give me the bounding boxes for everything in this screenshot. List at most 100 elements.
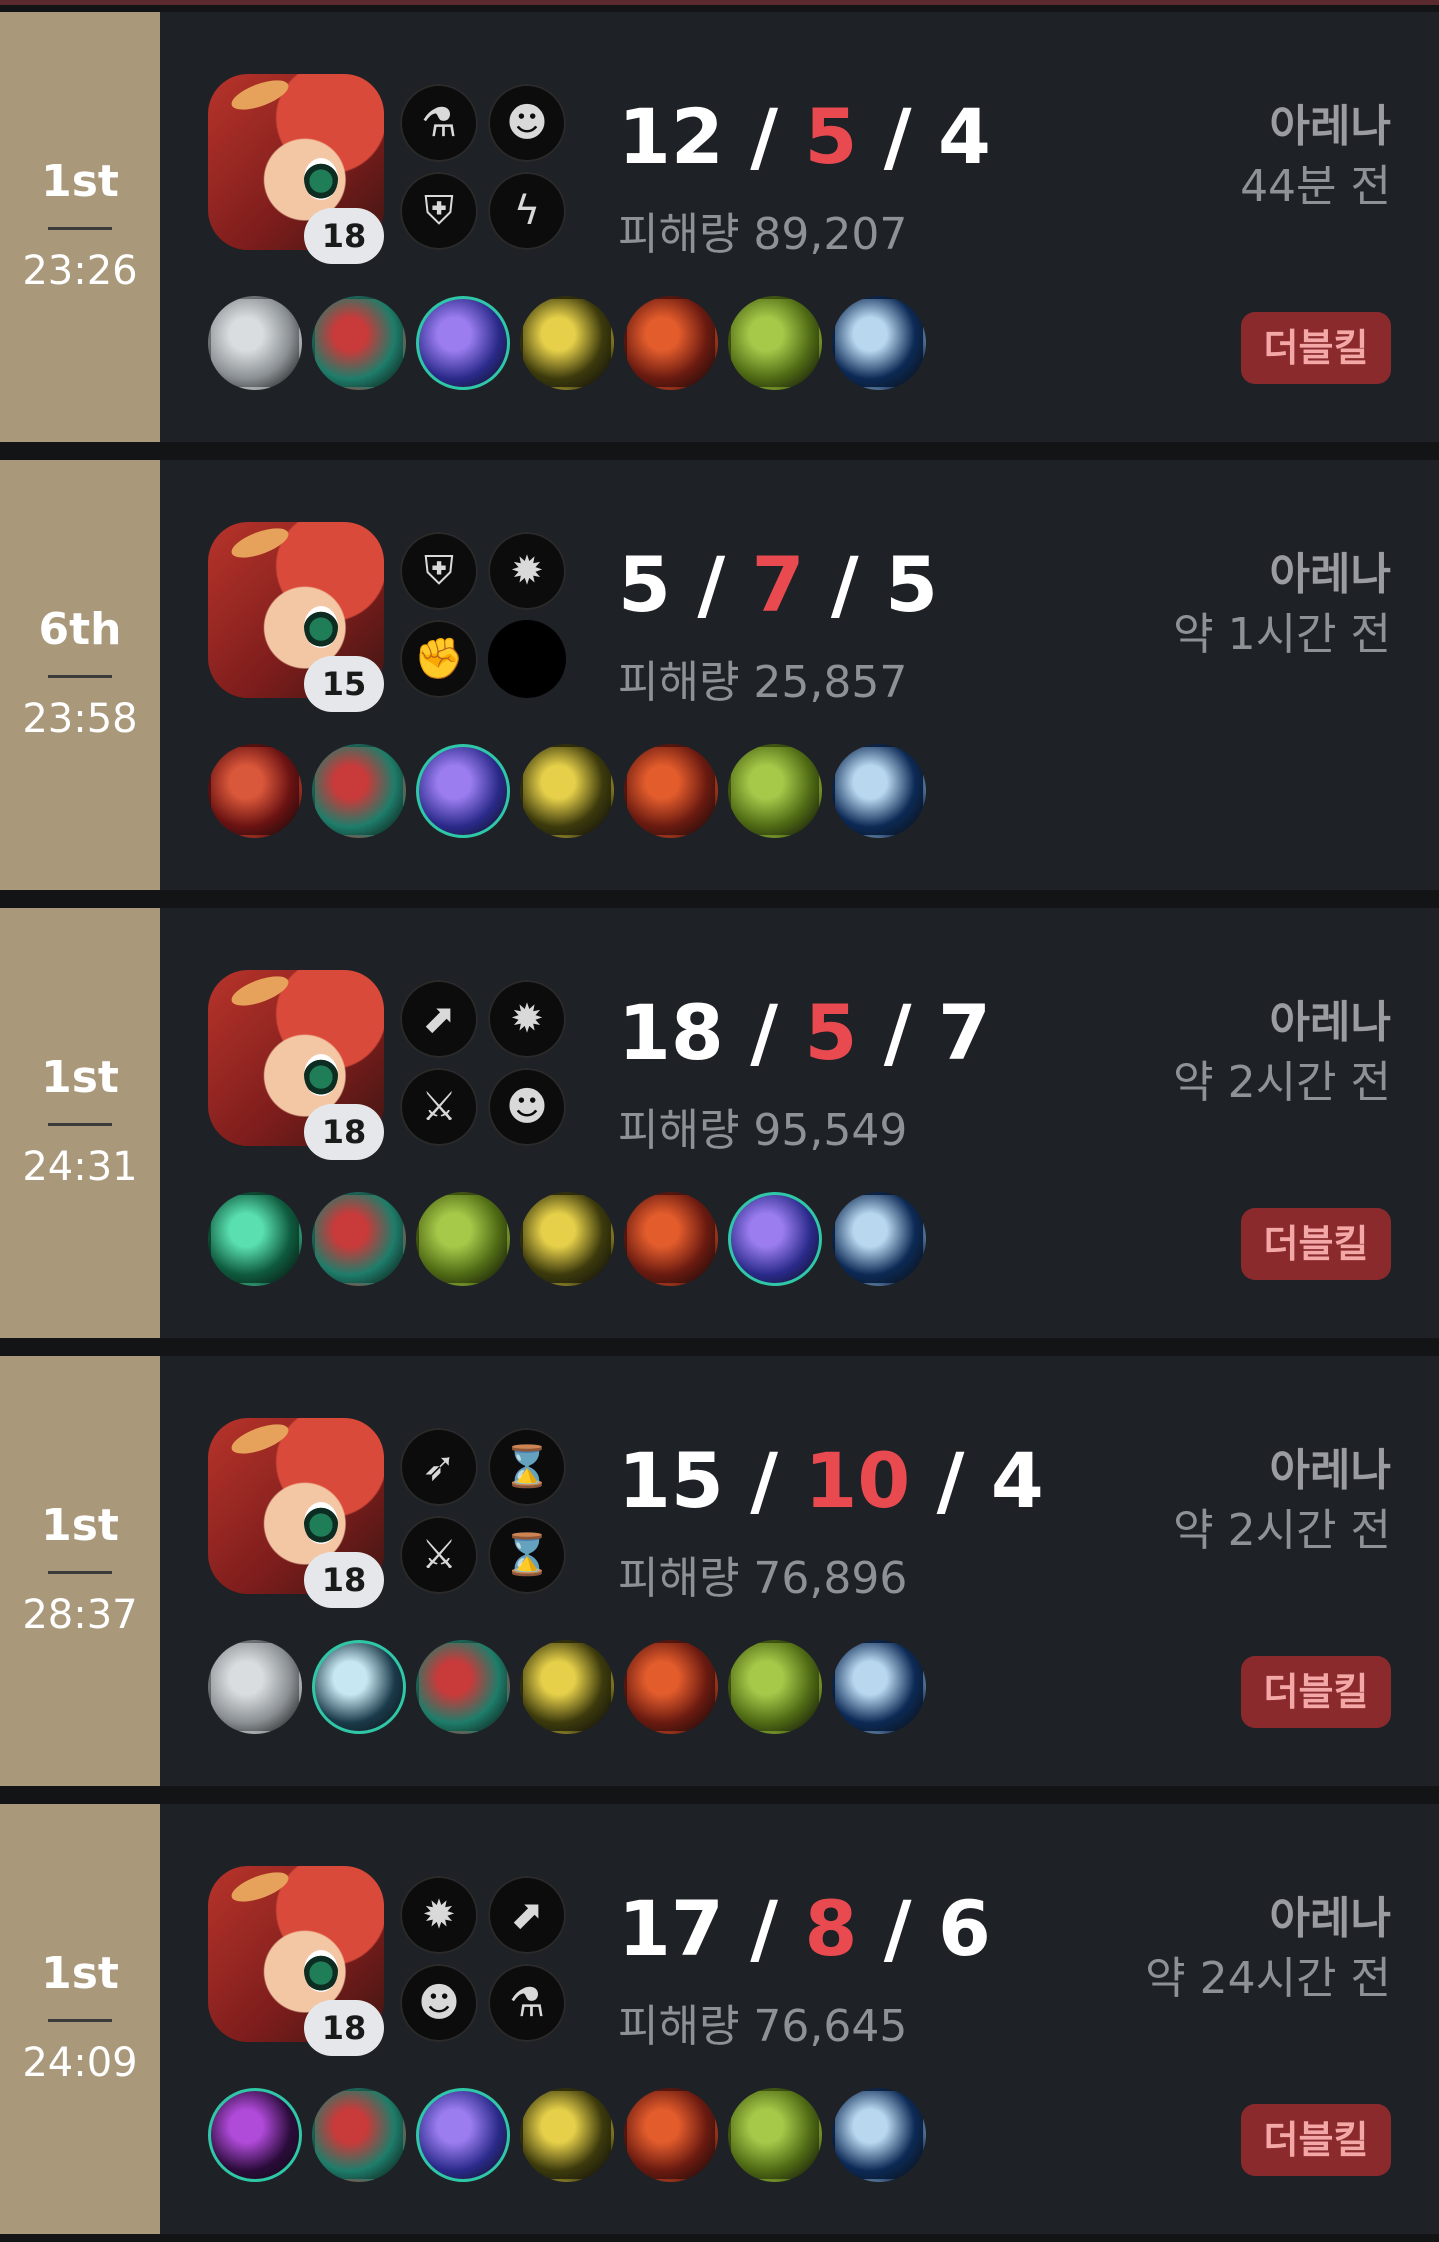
sword-item-icon[interactable] <box>520 744 614 838</box>
bow-item-icon[interactable] <box>416 1192 510 1286</box>
shield-rune-icon[interactable]: ⛨ <box>400 532 478 610</box>
crossed-swords-icon[interactable]: ⚔ <box>400 1516 478 1594</box>
eye-item-icon[interactable] <box>832 744 926 838</box>
pet-icon[interactable]: ☻ <box>400 1964 478 2042</box>
magic-potion-icon-glyph: ⚗ <box>421 100 457 146</box>
empty-rune-slot[interactable] <box>488 620 566 698</box>
game-mode-label: 아레나 <box>1269 101 1391 152</box>
match-card[interactable]: 1st 23:26 18 12 / 5 / 4 피해량 89,207 아레나 4… <box>0 12 1439 442</box>
time-ago-label: 44분 전 <box>1240 161 1391 212</box>
hourglass-icon[interactable]: ⌛ <box>488 1428 566 1506</box>
assists-count: 4 <box>990 1436 1044 1525</box>
blade-item-icon[interactable] <box>208 296 302 390</box>
game-mode-label: 아레나 <box>1269 1893 1391 1944</box>
sword-item-icon[interactable] <box>520 2088 614 2182</box>
champion-eye-art <box>304 1502 338 1544</box>
match-card[interactable]: 1st 24:31 18 18 / 5 / 7 피해량 95,549 아레나 약… <box>0 908 1439 1338</box>
kda-score: 5 / 7 / 5 <box>618 540 939 629</box>
boots-item-icon[interactable] <box>312 1192 406 1286</box>
kda-score: 15 / 10 / 4 <box>618 1436 1044 1525</box>
shadow-item-icon[interactable] <box>208 2088 302 2182</box>
eye-item-icon[interactable] <box>832 296 926 390</box>
arrow-up-icon[interactable]: ➶ <box>400 1428 478 1506</box>
pet-icon-glyph: ☻ <box>418 1980 460 2026</box>
multikill-badge: 더블킬 <box>1241 312 1391 384</box>
lightning-rune-icon[interactable]: ϟ <box>488 172 566 250</box>
deaths-count: 5 <box>804 988 858 1077</box>
eye-item-icon[interactable] <box>832 1640 926 1734</box>
blade-item-icon[interactable] <box>208 1640 302 1734</box>
bow-item-icon[interactable] <box>728 744 822 838</box>
gauntlet-item-icon[interactable] <box>624 296 718 390</box>
burst-icon[interactable]: ✹ <box>400 1876 478 1954</box>
fist-icon[interactable]: ✊ <box>400 620 478 698</box>
top-accent-line <box>0 0 1439 5</box>
placement-divider <box>48 675 112 678</box>
kda-score: 17 / 8 / 6 <box>618 1884 991 1973</box>
placement-panel: 6th 23:58 <box>0 460 160 890</box>
time-ago-label: 약 2시간 전 <box>1173 1505 1391 1556</box>
growth-icon[interactable]: ⬈ <box>488 1876 566 1954</box>
deaths-count: 7 <box>751 540 805 629</box>
magic-potion-icon[interactable]: ⚗ <box>400 84 478 162</box>
arrow-item-icon[interactable] <box>416 744 510 838</box>
champion-eye-art <box>304 158 338 200</box>
eye-item-icon[interactable] <box>832 2088 926 2182</box>
shield-rune-icon[interactable]: ⛨ <box>400 172 478 250</box>
placement-divider <box>48 227 112 230</box>
time-ago-label: 약 2시간 전 <box>1173 1057 1391 1108</box>
assists-count: 7 <box>938 988 991 1077</box>
growth-icon-glyph: ⬈ <box>510 1892 544 1938</box>
burst-icon[interactable]: ✹ <box>488 532 566 610</box>
boots-item-icon[interactable] <box>312 744 406 838</box>
greatsword-item-icon[interactable] <box>208 744 302 838</box>
bow-item-icon[interactable] <box>728 2088 822 2182</box>
shield-rune-icon-glyph: ⛨ <box>424 188 454 234</box>
arrow-item-icon[interactable] <box>728 1192 822 1286</box>
time-ago-label: 약 1시간 전 <box>1173 609 1391 660</box>
lightning-rune-icon-glyph: ϟ <box>513 188 541 234</box>
crossed-swords-icon[interactable]: ⚔ <box>400 1068 478 1146</box>
pet-icon[interactable]: ☻ <box>488 1068 566 1146</box>
placement-divider <box>48 1571 112 1574</box>
match-card[interactable]: 1st 24:09 18 17 / 8 / 6 피해량 76,645 아레나 약… <box>0 1804 1439 2234</box>
growth-icon[interactable]: ⬈ <box>400 980 478 1058</box>
hourglass-icon[interactable]: ⌛ <box>488 1516 566 1594</box>
pet-icon[interactable]: ☻ <box>488 84 566 162</box>
burst-icon-glyph: ✹ <box>510 996 544 1042</box>
assists-count: 4 <box>938 92 991 181</box>
sword-item-icon[interactable] <box>520 1192 614 1286</box>
shield-rune-icon-glyph: ⛨ <box>424 548 454 594</box>
champion-level-badge: 18 <box>304 2000 384 2056</box>
burst-icon[interactable]: ✹ <box>488 980 566 1058</box>
match-card[interactable]: 6th 23:58 15 5 / 7 / 5 피해량 25,857 아레나 약 … <box>0 460 1439 890</box>
hourglass-icon-glyph: ⌛ <box>502 1532 552 1578</box>
arrow-item-icon[interactable] <box>416 2088 510 2182</box>
gauntlet-item-icon[interactable] <box>624 1192 718 1286</box>
bow-item-icon[interactable] <box>728 296 822 390</box>
sword-item-icon[interactable] <box>520 296 614 390</box>
boots-item-icon[interactable] <box>416 1640 510 1734</box>
gauntlet-item-icon[interactable] <box>624 2088 718 2182</box>
boots-item-icon[interactable] <box>312 2088 406 2182</box>
bow-item-icon[interactable] <box>728 1640 822 1734</box>
placement-divider <box>48 1123 112 1126</box>
arrow-item-icon[interactable] <box>416 296 510 390</box>
kda-score: 12 / 5 / 4 <box>618 92 991 181</box>
burst-icon-glyph: ✹ <box>510 548 544 594</box>
growth-icon-glyph: ⬈ <box>422 996 456 1042</box>
multikill-badge: 더블킬 <box>1241 2104 1391 2176</box>
boots-item-icon[interactable] <box>312 296 406 390</box>
game-duration: 23:58 <box>22 696 138 742</box>
damage-dealt: 피해량 89,207 <box>618 209 908 260</box>
silver-blade-item-icon[interactable] <box>312 1640 406 1734</box>
emerald-sword-item-icon[interactable] <box>208 1192 302 1286</box>
eye-item-icon[interactable] <box>832 1192 926 1286</box>
match-card[interactable]: 1st 28:37 18 15 / 10 / 4 피해량 76,896 아레나 … <box>0 1356 1439 1786</box>
kills-count: 18 <box>618 988 724 1077</box>
magic-potion-icon[interactable]: ⚗ <box>488 1964 566 2042</box>
gauntlet-item-icon[interactable] <box>624 744 718 838</box>
gauntlet-item-icon[interactable] <box>624 1640 718 1734</box>
placement-divider <box>48 2019 112 2022</box>
sword-item-icon[interactable] <box>520 1640 614 1734</box>
